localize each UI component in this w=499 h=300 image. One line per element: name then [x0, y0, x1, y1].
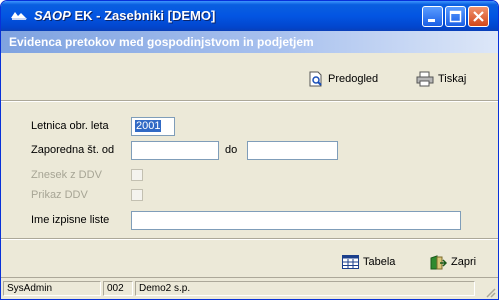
title-bar[interactable]: SAOP EK - Zasebniki [DEMO] [1, 1, 498, 31]
preview-button[interactable]: Predogled [308, 70, 378, 88]
form-header: Evidenca pretokov med gospodinjstvom in … [1, 31, 498, 53]
vat-amount-checkbox[interactable] [131, 169, 143, 181]
resize-grip-icon[interactable] [484, 286, 496, 298]
sequence-label: Zaporedna št. od [31, 144, 115, 156]
list-name-label: Ime izpisne liste [31, 214, 110, 226]
close-label: Zapri [451, 256, 477, 268]
vat-show-checkbox[interactable] [131, 189, 143, 201]
title-brand: SAOP [34, 8, 71, 23]
status-user: SysAdmin [3, 281, 101, 296]
window-title: SAOP EK - Zasebniki [DEMO] [34, 8, 215, 23]
table-button[interactable]: Tabela [342, 253, 395, 271]
maximize-button[interactable] [445, 6, 466, 27]
sequence-to-label: do [225, 144, 238, 156]
minimize-button[interactable] [422, 6, 443, 27]
print-button[interactable]: Tiskaj [416, 70, 466, 88]
separator-top [1, 100, 498, 102]
status-bar: SysAdmin 002 Demo2 s.p. [1, 277, 498, 299]
main-window: SAOP EK - Zasebniki [DEMO] Evidenca pret… [0, 0, 499, 300]
preview-label: Predogled [328, 73, 379, 85]
sequence-from-input[interactable] [131, 141, 219, 160]
table-label: Tabela [363, 256, 396, 268]
status-company: Demo2 s.p. [135, 281, 475, 296]
close-button[interactable]: Zapri [429, 253, 476, 271]
maximize-icon [449, 10, 462, 23]
preview-icon [309, 71, 322, 87]
print-label: Tiskaj [438, 73, 467, 85]
separator-bottom [1, 238, 498, 240]
table-icon [342, 255, 359, 269]
year-input[interactable]: 2001 [131, 117, 175, 136]
year-label: Letnica obr. leta [31, 120, 109, 132]
minimize-icon [428, 19, 435, 22]
form-header-text: Evidenca pretokov med gospodinjstvom in … [9, 35, 314, 49]
sequence-to-input[interactable] [247, 141, 338, 160]
close-window-button[interactable] [468, 6, 489, 27]
vat-amount-label: Znesek z DDV [31, 169, 102, 181]
app-icon [11, 12, 27, 20]
year-value: 2001 [135, 120, 162, 132]
vat-show-label: Prikaz DDV [31, 189, 88, 201]
title-text: EK - Zasebniki [DEMO] [74, 8, 216, 23]
close-icon [473, 11, 484, 22]
door-exit-icon [430, 254, 447, 269]
printer-icon [416, 71, 434, 87]
status-code: 002 [103, 281, 133, 296]
list-name-input[interactable] [131, 211, 461, 230]
